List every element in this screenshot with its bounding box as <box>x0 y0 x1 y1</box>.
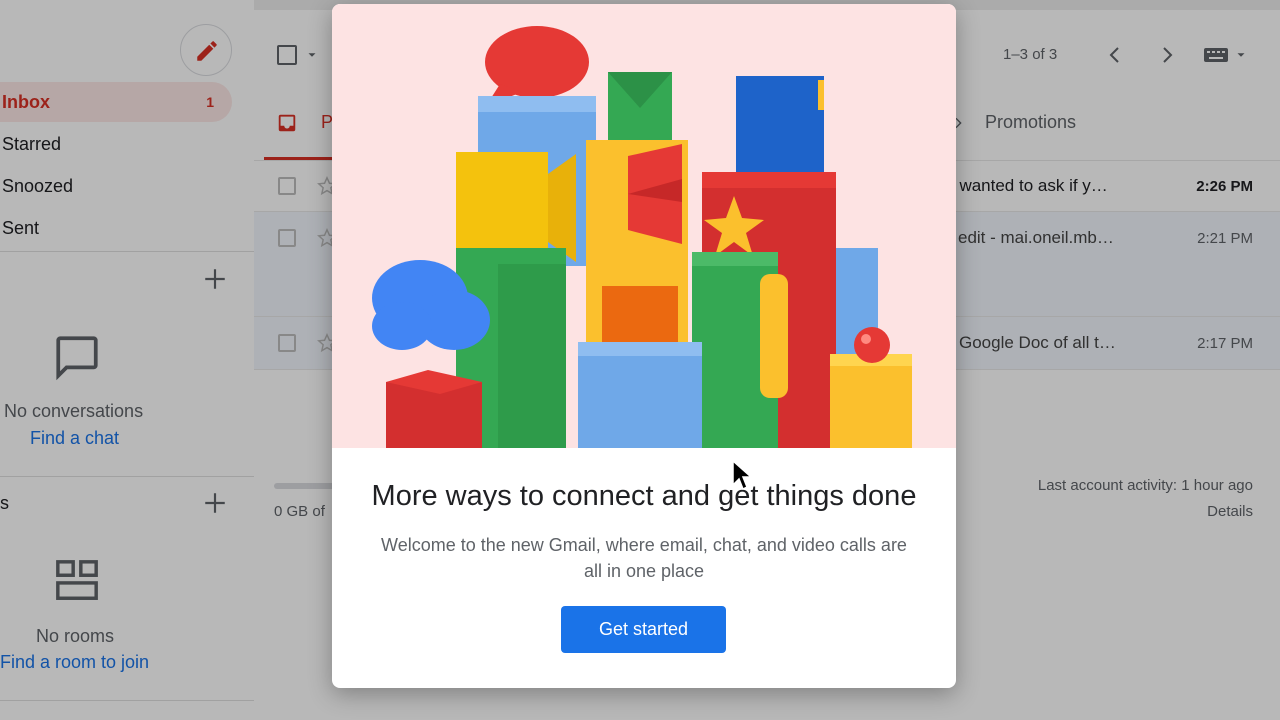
dialog-title: More ways to connect and get things done <box>371 480 917 512</box>
connected-blocks-illustration <box>372 26 912 448</box>
hero-illustration <box>332 4 956 448</box>
mouse-cursor-icon <box>732 459 753 491</box>
get-started-button[interactable]: Get started <box>561 606 726 653</box>
dialog-description: Welcome to the new Gmail, where email, c… <box>381 535 907 581</box>
welcome-dialog: More ways to connect and get things done… <box>332 4 956 688</box>
